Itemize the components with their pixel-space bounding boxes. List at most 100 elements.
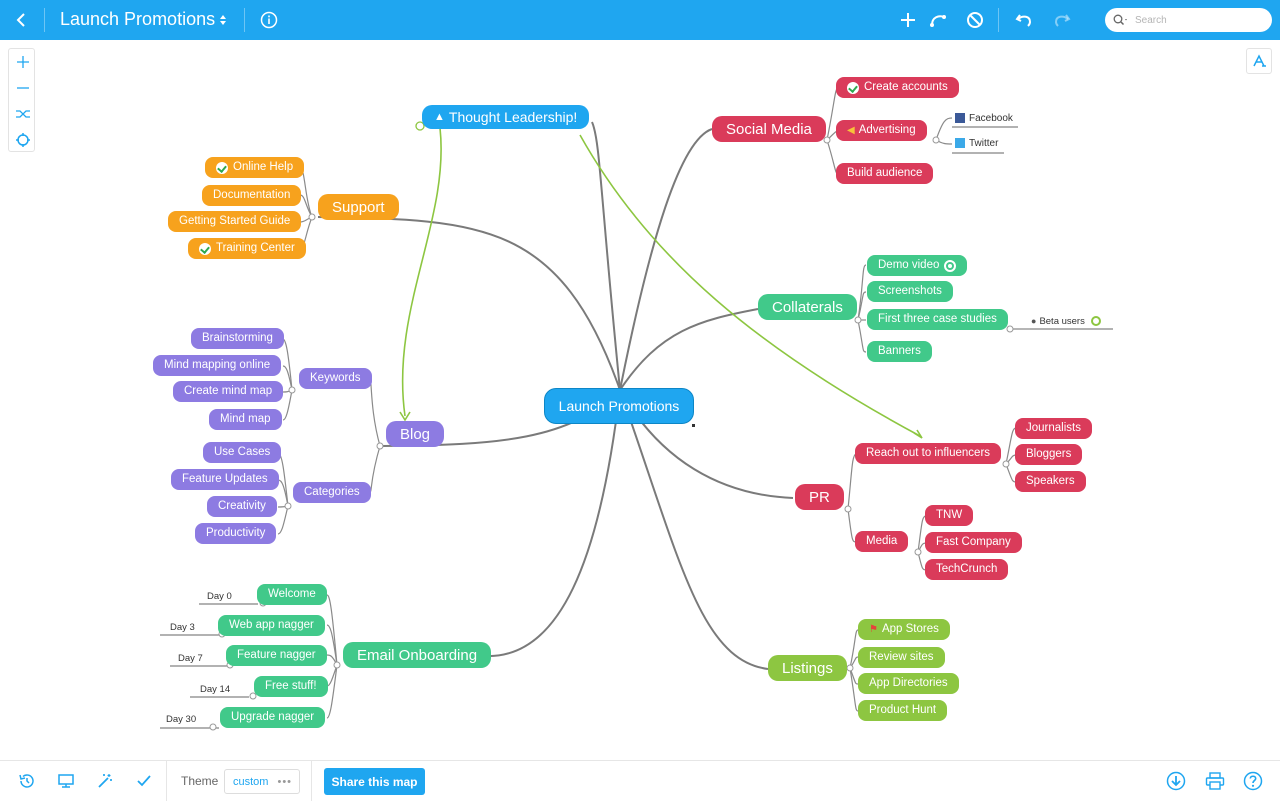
history-icon xyxy=(19,774,34,788)
checkmark-icon xyxy=(199,242,211,255)
title-menu-button[interactable] xyxy=(216,0,230,40)
subtopic-getting-started[interactable]: Getting Started Guide xyxy=(168,211,302,232)
subtopic-app-directories[interactable]: App Directories xyxy=(858,673,959,694)
topic-thought-leadership[interactable]: ▲ Thought Leadership! xyxy=(422,105,590,129)
subtopic-training-center[interactable]: Training Center xyxy=(188,238,306,259)
subtopic-product-hunt[interactable]: Product Hunt xyxy=(858,700,948,721)
subtopic-creativity[interactable]: Creativity xyxy=(207,496,277,517)
toolbar-divider xyxy=(166,761,167,801)
present-button[interactable] xyxy=(53,761,79,801)
record-icon xyxy=(944,259,957,272)
subtopic-label: Online Help xyxy=(233,160,294,173)
subtopic-categories[interactable]: Categories xyxy=(293,482,371,503)
subtopic-tnw[interactable]: TNW xyxy=(925,505,974,526)
map-title[interactable]: Launch Promotions xyxy=(60,9,215,30)
theme-select[interactable]: custom ••• xyxy=(224,769,300,794)
search-input[interactable] xyxy=(1135,14,1255,26)
magic-button[interactable] xyxy=(92,761,118,801)
subtopic-label: Create accounts xyxy=(864,80,948,93)
topic-blog[interactable]: Blog xyxy=(386,421,445,447)
subtopic-web-app-nagger[interactable]: Web app nagger xyxy=(218,615,325,636)
more-icon: ••• xyxy=(277,775,293,788)
monitor-icon xyxy=(58,774,74,788)
subtopic-demo-video[interactable]: Demo video xyxy=(867,255,968,276)
topic-listings[interactable]: Listings xyxy=(768,655,847,681)
mind-map-canvas[interactable]: Launch Promotions ▲ Thought Leadership! … xyxy=(0,40,1280,760)
leaf-label: Beta users xyxy=(1039,315,1085,327)
search-box[interactable] xyxy=(1105,8,1272,32)
topic-pr[interactable]: PR xyxy=(795,484,844,510)
add-node-button[interactable] xyxy=(897,0,919,40)
subtopic-app-stores[interactable]: ⚑ App Stores xyxy=(858,619,950,640)
day-label[interactable]: Day 3 xyxy=(170,619,195,635)
leaf-beta-users[interactable]: ● Beta users xyxy=(1031,313,1101,329)
subtopic-create-accounts[interactable]: Create accounts xyxy=(836,77,959,98)
subtopic-mind-map[interactable]: Mind map xyxy=(209,409,282,430)
subtopic-label: Training Center xyxy=(216,241,295,254)
subtopic-feature-nagger[interactable]: Feature nagger xyxy=(226,645,327,666)
subtopic-screenshots[interactable]: Screenshots xyxy=(867,281,953,302)
central-topic[interactable]: Launch Promotions xyxy=(544,388,694,424)
redo-icon xyxy=(1054,14,1071,27)
subtopic-free-stuff[interactable]: Free stuff! xyxy=(254,676,328,697)
subtopic-fast-company[interactable]: Fast Company xyxy=(925,532,1022,553)
megaphone-icon: ◀ xyxy=(847,124,855,136)
print-button[interactable] xyxy=(1202,761,1228,801)
toolbar-divider xyxy=(998,8,999,32)
topic-support[interactable]: Support xyxy=(318,194,399,220)
redo-button[interactable] xyxy=(1051,0,1073,40)
undo-button[interactable] xyxy=(1013,0,1035,40)
topic-collaterals[interactable]: Collaterals xyxy=(758,294,857,320)
toolbar-divider xyxy=(44,8,45,32)
subtopic-speakers[interactable]: Speakers xyxy=(1015,471,1086,492)
subtopic-case-studies[interactable]: First three case studies xyxy=(867,309,1008,330)
subtopic-documentation[interactable]: Documentation xyxy=(202,185,302,206)
day-label[interactable]: Day 0 xyxy=(207,588,232,604)
subtopic-online-help[interactable]: Online Help xyxy=(205,157,305,178)
download-button[interactable] xyxy=(1163,761,1189,801)
day-label[interactable]: Day 14 xyxy=(200,681,230,697)
subtopic-label: Advertising xyxy=(858,123,916,136)
printer-icon xyxy=(1205,772,1225,790)
subtopic-build-audience[interactable]: Build audience xyxy=(836,163,934,184)
subtopic-keywords[interactable]: Keywords xyxy=(299,368,372,389)
subtopic-label: Demo video xyxy=(878,258,940,271)
subtopic-create-mind-map[interactable]: Create mind map xyxy=(173,381,284,402)
task-button[interactable] xyxy=(131,761,157,801)
thumbs-up-icon: ▲ xyxy=(434,110,445,123)
magic-wand-icon xyxy=(98,774,112,788)
subtopic-techcrunch[interactable]: TechCrunch xyxy=(925,559,1009,580)
chevron-left-icon xyxy=(16,13,25,27)
subtopic-journalists[interactable]: Journalists xyxy=(1015,418,1092,439)
subtopic-advertising[interactable]: ◀ Advertising xyxy=(836,120,927,141)
help-button[interactable] xyxy=(1240,761,1266,801)
leaf-twitter[interactable]: Twitter xyxy=(955,135,998,151)
day-label[interactable]: Day 7 xyxy=(178,650,203,666)
back-button[interactable] xyxy=(8,0,36,40)
search-icon xyxy=(1113,14,1127,26)
subtopic-mind-mapping-online[interactable]: Mind mapping online xyxy=(153,355,282,376)
subtopic-welcome[interactable]: Welcome xyxy=(257,584,327,605)
day-label[interactable]: Day 30 xyxy=(166,711,196,727)
add-connection-button[interactable] xyxy=(927,0,949,40)
subtopic-upgrade-nagger[interactable]: Upgrade nagger xyxy=(220,707,326,728)
topic-email-onboarding[interactable]: Email Onboarding xyxy=(343,642,492,668)
history-button[interactable] xyxy=(14,761,40,801)
info-button[interactable] xyxy=(258,0,280,40)
topic-social-media[interactable]: Social Media xyxy=(712,116,826,142)
progress-icon xyxy=(1090,316,1101,326)
subtopic-productivity[interactable]: Productivity xyxy=(195,523,277,544)
share-map-button[interactable]: Share this map xyxy=(324,768,425,795)
plus-icon xyxy=(901,13,915,27)
subtopic-use-cases[interactable]: Use Cases xyxy=(203,442,282,463)
subtopic-brainstorming[interactable]: Brainstorming xyxy=(191,328,284,349)
subtopic-media[interactable]: Media xyxy=(855,531,909,552)
subtopic-review-sites[interactable]: Review sites xyxy=(858,647,945,668)
subtopic-feature-updates[interactable]: Feature Updates xyxy=(171,469,279,490)
delete-button[interactable] xyxy=(964,0,986,40)
subtopic-reach-influencers[interactable]: Reach out to influencers xyxy=(855,443,1002,464)
theme-value: custom xyxy=(233,775,269,788)
leaf-facebook[interactable]: Facebook xyxy=(955,110,1013,126)
subtopic-banners[interactable]: Banners xyxy=(867,341,932,362)
subtopic-bloggers[interactable]: Bloggers xyxy=(1015,444,1083,465)
